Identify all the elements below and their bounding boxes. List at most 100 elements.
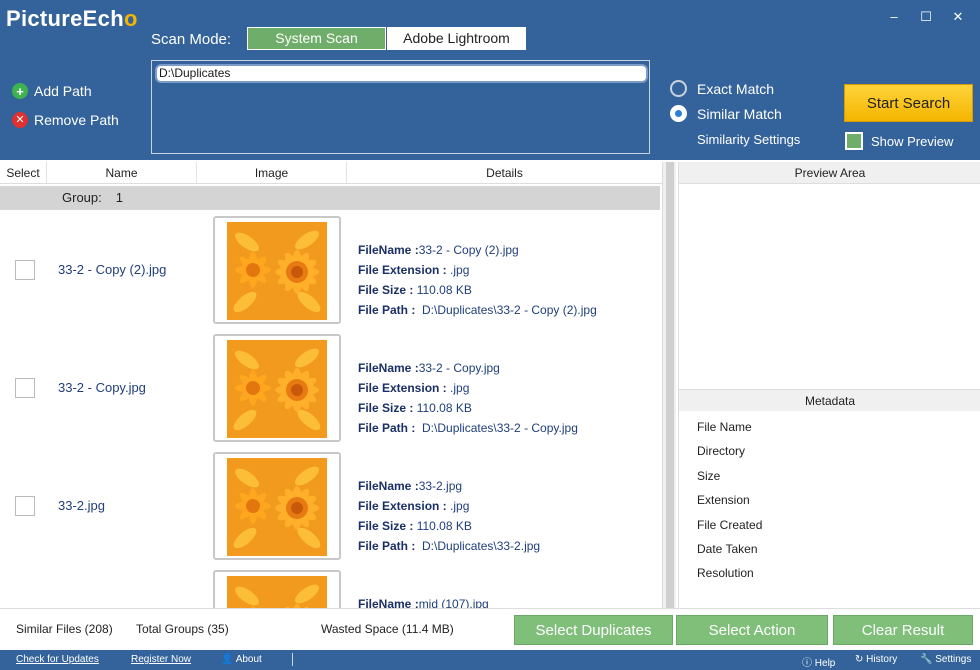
register-now-link[interactable]: Register Now (131, 654, 191, 665)
image-thumbnail[interactable] (213, 334, 341, 442)
detail-label: FileName : (358, 243, 419, 257)
path-item[interactable]: D:\Duplicates (155, 64, 648, 83)
detail-label: FileName : (358, 597, 419, 608)
detail-label: File Size : (358, 283, 414, 297)
meta-file-name: File Name (697, 420, 752, 434)
plus-icon: + (12, 83, 28, 99)
group-header: Group: 1 (0, 186, 660, 210)
meta-directory: Directory (697, 444, 746, 459)
tab-system-scan[interactable]: System Scan (247, 27, 386, 50)
similar-match-radio[interactable]: Similar Match (670, 105, 782, 122)
col-image[interactable]: Image (197, 162, 347, 183)
show-preview-toggle[interactable]: Show Preview (845, 132, 953, 150)
add-path-label: Add Path (34, 83, 92, 99)
detail-value: mid (107).jpg (418, 597, 489, 608)
clear-result-button[interactable]: Clear Result (833, 615, 973, 645)
meta-extension: Extension (697, 493, 750, 508)
help-button[interactable]: ⓘ Help (802, 654, 835, 669)
image-thumbnail[interactable] (213, 216, 341, 324)
image-thumbnail[interactable] (213, 452, 341, 560)
footer-divider (292, 653, 293, 666)
detail-value: 33-2 - Copy.jpg (418, 361, 500, 375)
preview-area-header: Preview Area (679, 162, 980, 184)
table-row[interactable]: 33-2 - Copy.jpg FileName :33-2 - Copy.jp… (0, 334, 660, 452)
close-icon[interactable]: ✕ (942, 6, 974, 28)
scan-mode-label: Scan Mode: (151, 31, 232, 48)
file-details: FileName :33-2.jpg File Extension : .jpg… (358, 476, 540, 556)
row-checkbox[interactable] (15, 496, 35, 516)
wrench-icon: 🔧 (920, 654, 933, 665)
table-row[interactable]: FileName :mid (107).jpg (0, 570, 660, 608)
path-list[interactable]: D:\Duplicates (151, 60, 650, 154)
remove-icon: ✕ (12, 112, 28, 128)
column-headers: Select Name Image Details (0, 162, 662, 184)
group-label: Group: (62, 190, 102, 205)
total-groups-count: Total Groups (35) (136, 622, 229, 636)
preview-checkbox[interactable] (845, 132, 863, 150)
detail-label: File Path : (358, 303, 416, 317)
meta-file-created: File Created (697, 517, 763, 532)
exact-match-label: Exact Match (697, 80, 775, 97)
file-details: FileName :33-2 - Copy (2).jpg File Exten… (358, 240, 597, 320)
detail-value: 33-2.jpg (418, 479, 463, 493)
maximize-icon[interactable]: ☐ (910, 6, 942, 28)
detail-label: File Extension : (358, 263, 447, 277)
radio-on-icon (670, 105, 687, 122)
col-details[interactable]: Details (347, 162, 662, 183)
results-panel: Select Name Image Details Group: 1 33-2 -… (0, 162, 662, 608)
tab-adobe-lightroom[interactable]: Adobe Lightroom (387, 27, 526, 50)
history-button[interactable]: ↻ History (855, 654, 897, 665)
meta-date-taken: Date Taken (697, 541, 758, 556)
radio-off-icon (670, 80, 687, 97)
wasted-space: Wasted Space (11.4 MB) (321, 622, 454, 636)
results-scrollbar[interactable] (662, 162, 676, 608)
row-file-name: 33-2.jpg (58, 498, 105, 513)
scroll-thumb[interactable] (666, 162, 674, 608)
select-action-button[interactable]: Select Action (676, 615, 828, 645)
show-preview-label: Show Preview (871, 133, 954, 149)
row-checkbox[interactable] (15, 260, 35, 280)
meta-size: Size (697, 468, 721, 483)
detail-label: File Size : (358, 401, 414, 415)
detail-value: .jpg (450, 499, 470, 513)
file-details: FileName :33-2 - Copy.jpg File Extension… (358, 358, 578, 438)
remove-path-label: Remove Path (34, 112, 119, 128)
similar-match-label: Similar Match (697, 105, 782, 122)
settings-button[interactable]: 🔧 Settings (920, 654, 971, 665)
about-button[interactable]: 👤 About (221, 654, 262, 665)
detail-value: D:\Duplicates\33-2 - Copy.jpg (422, 421, 578, 435)
detail-label: FileName : (358, 361, 419, 375)
detail-label: File Path : (358, 539, 416, 553)
table-row[interactable]: 33-2.jpg FileName :33-2.jpg File Extensi… (0, 452, 660, 570)
app-logo: PictureEcho (6, 6, 138, 31)
header: PictureEcho – ☐ ✕ Scan Mode: System Scan… (0, 0, 980, 160)
add-path-button[interactable]: + Add Path (12, 83, 92, 99)
detail-value: 110.08 KB (416, 401, 472, 415)
image-thumbnail[interactable] (213, 570, 341, 608)
right-panel: Preview Area Metadata File Name Director… (678, 162, 980, 608)
table-row[interactable]: 33-2 - Copy (2).jpg FileName :33-2 - Cop… (0, 216, 660, 334)
user-icon: 👤 (221, 654, 234, 665)
detail-label: FileName : (358, 479, 419, 493)
detail-value: 110.08 KB (416, 519, 472, 533)
check-updates-link[interactable]: Check for Updates (16, 654, 99, 665)
select-duplicates-button[interactable]: Select Duplicates (514, 615, 673, 645)
minimize-icon[interactable]: – (878, 6, 910, 28)
remove-path-button[interactable]: ✕ Remove Path (12, 112, 119, 128)
col-name[interactable]: Name (47, 162, 197, 183)
detail-label: File Path : (358, 421, 416, 435)
detail-value: D:\Duplicates\33-2.jpg (422, 539, 541, 553)
detail-value: D:\Duplicates\33-2 - Copy (2).jpg (422, 303, 597, 317)
flower-image (227, 340, 327, 438)
start-search-button[interactable]: Start Search (844, 84, 973, 122)
similarity-settings-link[interactable]: Similarity Settings (697, 132, 800, 147)
flower-image (227, 576, 327, 608)
col-select[interactable]: Select (0, 162, 47, 183)
detail-value: 33-2 - Copy (2).jpg (418, 243, 519, 257)
metadata-fields: File Name Directory Size Extension File … (697, 420, 762, 591)
detail-label: File Extension : (358, 381, 447, 395)
exact-match-radio[interactable]: Exact Match (670, 80, 774, 97)
detail-value: 110.08 KB (416, 283, 472, 297)
status-bar: Similar Files (208) Total Groups (35) Wa… (0, 608, 980, 650)
row-checkbox[interactable] (15, 378, 35, 398)
